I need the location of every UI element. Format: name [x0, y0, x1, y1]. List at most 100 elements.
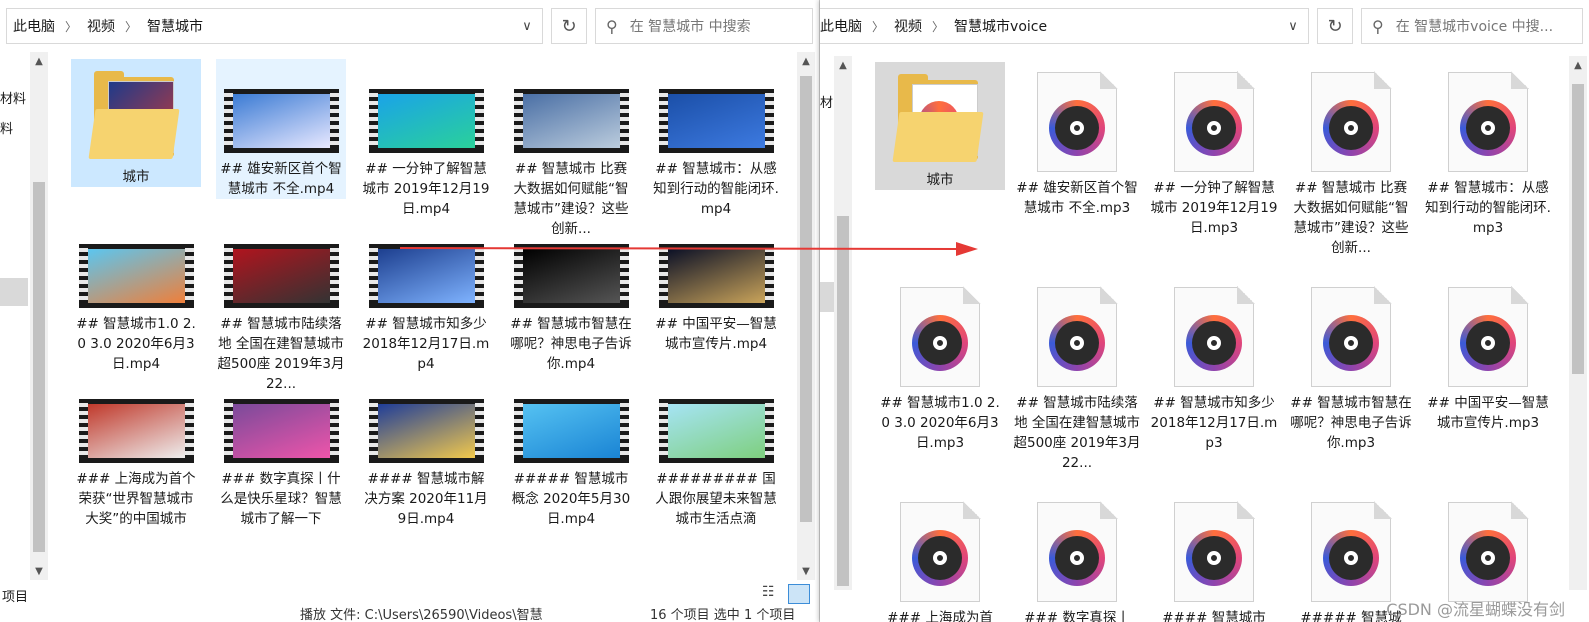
chevron-right-icon[interactable]: 〉 [65, 18, 77, 35]
right-vertical-scrollbar[interactable]: ▲ [1569, 56, 1587, 590]
file-name-label: ## 中国平安—智慧城市宣传片.mp4 [655, 316, 777, 352]
left-vertical-scrollbar[interactable]: ▲ ▼ [797, 52, 815, 580]
left-search-input[interactable]: ⚲ 在 智慧城市 中搜索 [595, 8, 813, 44]
right-address-bar[interactable]: 此电脑 〉 视频 〉 智慧城市voice ∨ [820, 8, 1309, 44]
scroll-up-icon[interactable]: ▲ [1569, 56, 1587, 74]
crumb-videos[interactable]: 视频 [894, 16, 922, 36]
file-name-label: ### 数字真探丨什么是快乐星球？智慧城市了解一下 [220, 471, 342, 527]
video-file-item[interactable]: ### 上海成为首个荣获“世界智慧城市大奖”的中国城市 [71, 369, 201, 529]
music-file-icon [1174, 71, 1255, 172]
video-file-item[interactable]: ## 智慧城市知多少 2018年12月17日.mp4 [361, 214, 491, 374]
audio-file-item[interactable]: ### 数字真探丨 [1012, 492, 1142, 622]
scrollbar-thumb[interactable] [33, 182, 45, 552]
file-name-label: ## 智慧城市陆续落地 全国在建智慧城市超500座 2019年3月22... [1013, 395, 1141, 471]
video-thumbnail [513, 89, 629, 153]
music-file-icon [900, 501, 981, 602]
scrollbar-thumb[interactable] [1572, 84, 1584, 374]
folder-icon [88, 69, 184, 161]
file-name-label: ### 上海成为首 [887, 610, 993, 622]
video-thumbnail [513, 399, 629, 463]
video-file-item[interactable]: ### 数字真探丨什么是快乐星球？智慧城市了解一下 [216, 369, 346, 529]
scrollbar-thumb[interactable] [837, 216, 849, 586]
large-icons-view-icon[interactable] [788, 584, 810, 604]
chevron-right-icon[interactable]: 〉 [125, 18, 137, 35]
nav-selected-item[interactable] [0, 278, 28, 306]
audio-file-item[interactable]: ## 中国平安—智慧城市宣传片.mp3 [1423, 277, 1553, 433]
chevron-down-icon[interactable]: ∨ [512, 9, 542, 43]
right-explorer-window: 此电脑 〉 视频 〉 智慧城市voice ∨ ↻ ⚲ 在 智慧城市voice 中… [820, 0, 1589, 622]
audio-file-item[interactable] [1423, 492, 1553, 608]
audio-file-item[interactable]: ## 智慧城市 比赛 大数据如何赋能“智慧城市”建设？这些创新... [1286, 62, 1416, 258]
crumb-current[interactable]: 智慧城市 [147, 16, 203, 36]
video-file-item[interactable]: ## 智慧城市 比赛 大数据如何赋能“智慧城市”建设？这些创新... [506, 59, 636, 239]
file-name-label: ## 智慧城市智慧在哪呢？神思电子告诉你.mp4 [510, 316, 632, 372]
file-name-label: ## 雄安新区首个智慧城市 不全.mp3 [1016, 180, 1138, 216]
crumb-current[interactable]: 智慧城市voice [954, 16, 1047, 36]
chevron-right-icon[interactable]: 〉 [872, 18, 884, 35]
left-nav-pane[interactable]: 材料 料 [0, 52, 28, 582]
chevron-down-icon[interactable]: ∨ [1278, 9, 1308, 43]
left-content: 材料 料 ▲ ▼ 城市 ## 雄安新区首个智慧城市 不全.mp4 ## 一分钟了解智… [0, 52, 819, 622]
right-search-input[interactable]: ⚲ 在 智慧城市voice 中搜... [1361, 8, 1583, 44]
music-file-icon [1448, 286, 1529, 387]
status-file-path: 播放 文件: C:\Users\26590\Videos\智慧 [300, 608, 543, 622]
nav-item[interactable]: 材料 [0, 88, 26, 107]
chevron-right-icon[interactable]: 〉 [932, 18, 944, 35]
details-view-icon[interactable]: ☷ [762, 584, 775, 600]
status-count: 16 个项目 选中 1 个项目 [650, 608, 796, 622]
audio-file-item[interactable]: ## 智慧城市知多少 2018年12月17日.mp3 [1149, 277, 1279, 453]
left-address-row: 此电脑 〉 视频 〉 智慧城市 ∨ ↻ ⚲ 在 智慧城市 中搜索 [0, 0, 819, 52]
video-file-item[interactable]: ## 智慧城市陆续落地 全国在建智慧城市超500座 2019年3月22... [216, 214, 346, 394]
scroll-up-icon[interactable]: ▲ [30, 52, 48, 70]
audio-file-item[interactable]: #### 智慧城市 [1149, 492, 1279, 622]
nav-scrollbar[interactable]: ▲ ▼ [30, 52, 48, 580]
video-file-item[interactable]: ######### 国人跟你展望未来智慧城市生活点滴 [651, 369, 781, 529]
nav-item[interactable]: 材 [820, 92, 833, 111]
nav-scrollbar[interactable]: ▲ [834, 56, 852, 590]
left-address-bar[interactable]: 此电脑 〉 视频 〉 智慧城市 ∨ [6, 8, 543, 44]
audio-file-item[interactable]: ## 一分钟了解智慧城市 2019年12月19日.mp3 [1149, 62, 1279, 238]
video-file-item[interactable]: ## 雄安新区首个智慧城市 不全.mp4 [216, 59, 346, 199]
video-file-item[interactable]: ## 中国平安—智慧城市宣传片.mp4 [651, 214, 781, 354]
audio-file-item[interactable]: ## 智慧城市陆续落地 全国在建智慧城市超500座 2019年3月22... [1012, 277, 1142, 473]
red-arrow-annotation [400, 242, 978, 256]
folder-item[interactable]: 城市 [875, 62, 1005, 190]
scroll-down-icon[interactable]: ▼ [30, 562, 48, 580]
video-file-item[interactable]: ## 智慧城市：从感知到行动的智能闭环.mp4 [651, 59, 781, 219]
refresh-icon[interactable]: ↻ [551, 8, 587, 44]
nav-item[interactable]: 料 [0, 118, 13, 137]
music-file-icon [1174, 501, 1255, 602]
file-name-label: ## 一分钟了解智慧城市 2019年12月19日.mp3 [1150, 180, 1278, 236]
scroll-up-icon[interactable]: ▲ [834, 56, 852, 74]
crumb-videos[interactable]: 视频 [87, 16, 115, 36]
file-name-label: 城市 [122, 169, 150, 185]
crumb-this-pc[interactable]: 此电脑 [820, 16, 862, 36]
music-file-icon [1037, 501, 1118, 602]
file-name-label: ######### 国人跟你展望未来智慧城市生活点滴 [655, 471, 777, 527]
folder-item[interactable]: 城市 [71, 59, 201, 187]
video-thumbnail [368, 399, 484, 463]
music-file-icon [1037, 286, 1118, 387]
scroll-up-icon[interactable]: ▲ [797, 52, 815, 70]
music-file-icon [900, 286, 981, 387]
video-file-item[interactable]: ##### 智慧城市概念 2020年5月30日.mp4 [506, 369, 636, 529]
file-name-label: ## 智慧城市 比赛 大数据如何赋能“智慧城市”建设？这些创新... [1293, 180, 1409, 256]
nav-selected-item[interactable] [820, 282, 834, 312]
audio-file-item[interactable]: ### 上海成为首 [875, 492, 1005, 622]
scrollbar-thumb[interactable] [800, 76, 812, 522]
right-nav-pane[interactable]: 材 [820, 52, 834, 582]
video-file-item[interactable]: ## 一分钟了解智慧城市 2019年12月19日.mp4 [361, 59, 491, 219]
video-file-item[interactable]: ## 智慧城市1.0 2.0 3.0 2020年6月3日.mp4 [71, 214, 201, 374]
video-file-item[interactable]: #### 智慧城市解决方案 2020年11月9日.mp4 [361, 369, 491, 529]
refresh-icon[interactable]: ↻ [1317, 8, 1353, 44]
audio-file-item[interactable]: ## 智慧城市：从感知到行动的智能闭环.mp3 [1423, 62, 1553, 238]
audio-file-item[interactable]: ## 智慧城市1.0 2.0 3.0 2020年6月3日.mp3 [875, 277, 1005, 453]
crumb-this-pc[interactable]: 此电脑 [13, 16, 55, 36]
audio-file-item[interactable]: ## 雄安新区首个智慧城市 不全.mp3 [1012, 62, 1142, 218]
file-name-label: #### 智慧城市 [1162, 610, 1266, 622]
video-thumbnail [658, 89, 774, 153]
audio-file-item[interactable]: ## 智慧城市智慧在哪呢？神思电子告诉你.mp3 [1286, 277, 1416, 453]
video-file-item[interactable]: ## 智慧城市智慧在哪呢？神思电子告诉你.mp4 [506, 214, 636, 374]
scroll-down-icon[interactable]: ▼ [797, 562, 815, 580]
file-name-label: ## 智慧城市知多少 2018年12月17日.mp4 [362, 316, 490, 372]
